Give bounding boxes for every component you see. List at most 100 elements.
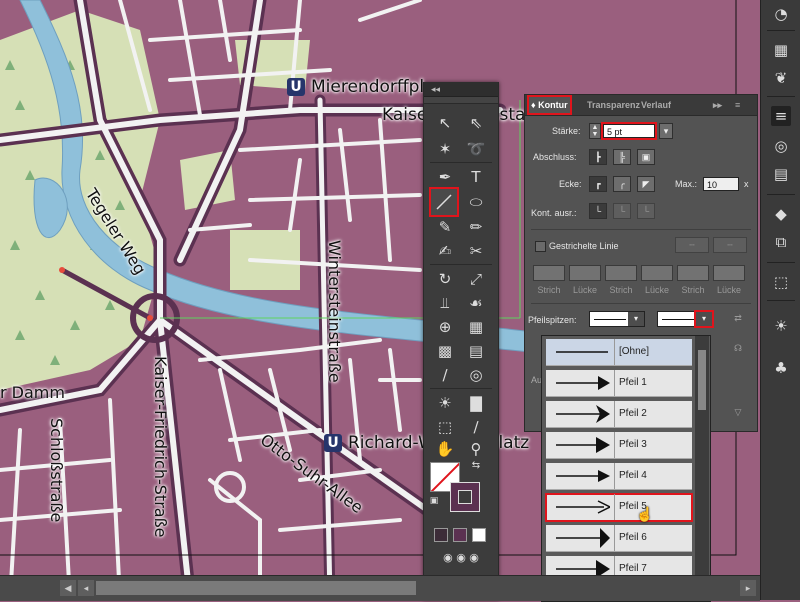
tools-collapse-button[interactable]: ◂◂ (424, 82, 498, 97)
scroll-thumb[interactable] (96, 581, 416, 595)
ellipse-icon[interactable]: ⬭ (464, 191, 488, 213)
horizontal-scrollbar[interactable]: ◀ ◂ ▸ (0, 575, 760, 601)
arrowhead-start-select[interactable]: ▾ (589, 311, 645, 327)
artboard-icon[interactable]: ⬚ (433, 416, 457, 438)
arrowhead-option-pfeil-2[interactable]: Pfeil 2 (546, 401, 692, 428)
appearance-sun-icon[interactable]: ☀ (771, 316, 791, 336)
map-label-mierendorff: U Mierendorffpl (287, 77, 424, 97)
tools-grip[interactable] (424, 97, 498, 104)
stroke-swatch[interactable] (450, 482, 480, 512)
eyedropper-icon[interactable]: ∕ (433, 364, 457, 386)
tab-transparenz[interactable]: Transparenz (583, 95, 641, 115)
dash-align-ends-button[interactable]: ┄ (713, 237, 747, 253)
scroll-left-end-icon[interactable]: ◀ (60, 580, 76, 596)
arrowhead-option-pfeil-3[interactable]: Pfeil 3 (546, 432, 692, 459)
blend-icon[interactable]: ◎ (464, 364, 488, 386)
symbol-sprayer-icon[interactable]: ☀ (433, 392, 457, 414)
dash-1-input[interactable] (533, 265, 565, 281)
none-mode-swatch[interactable] (472, 528, 486, 542)
corner-round-button[interactable]: ╭ (613, 176, 631, 192)
cap-round-button[interactable]: ╠ (613, 149, 631, 165)
dash-align-corners-button[interactable]: ┄ (675, 237, 709, 253)
scroll-right-icon[interactable]: ▸ (740, 580, 756, 596)
graph-icon[interactable]: ▇ (464, 392, 488, 414)
rotate-icon[interactable]: ↻ (433, 268, 457, 290)
line-segment-icon[interactable] (429, 187, 459, 217)
tools-panel: ◂◂ ↖ ⇖ ✶ ➰ ✒ T ⬭ ✎ ✏ ✍ ✂ ↻ ⤢ ⫫ ☙ ⊕ ▦ ▩ ▤… (423, 82, 499, 600)
swatches-grid-icon[interactable]: ▦ (771, 40, 791, 60)
corner-miter-button[interactable]: ┏ (589, 176, 607, 192)
default-colors-icon[interactable]: ▣ (426, 494, 442, 508)
arrowhead-option-pfeil-6[interactable]: Pfeil 6 (546, 525, 692, 552)
gap-1-input[interactable] (569, 265, 601, 281)
arrowhead-option-pfeil-1[interactable]: Pfeil 1 (546, 370, 692, 397)
cap-square-button[interactable]: ▣ (637, 149, 655, 165)
gap-3-input[interactable] (713, 265, 745, 281)
scissors-icon[interactable]: ✂ (464, 240, 488, 262)
pathfinder-icon[interactable]: ◎ (771, 136, 791, 156)
panel-collapse-icon[interactable]: ▸▸ (709, 95, 726, 115)
scale-icon[interactable]: ⤢ (464, 268, 488, 290)
lasso-icon[interactable]: ➰ (464, 138, 488, 160)
arrowhead-end-select[interactable]: ▾ (657, 310, 714, 328)
slice-icon[interactable]: ∕ (464, 416, 488, 438)
selection-icon[interactable]: ↖ (433, 112, 457, 134)
align-center-button[interactable]: └ (589, 203, 607, 219)
pfeilspitzen-label: Pfeilspitzen: (528, 315, 577, 325)
width-icon[interactable]: ⫫ (433, 292, 457, 314)
symbols-club-icon[interactable]: ♣ (771, 358, 791, 378)
arrowhead-option-none[interactable]: [Ohne] (546, 339, 692, 366)
draw-mode-icon[interactable]: ◉ ◉ ◉ (430, 548, 492, 568)
swap-arrowheads-icon[interactable]: ⇄ (729, 311, 747, 327)
tab-kontur[interactable]: ♦ Kontur (527, 95, 572, 115)
staerke-input[interactable]: 5 pt (601, 122, 657, 140)
dashed-line-checkbox[interactable] (535, 241, 546, 252)
shape-builder-icon[interactable]: ⊕ (433, 316, 457, 338)
link-scale-icon[interactable]: ☊ (729, 341, 747, 357)
tab-verlauf[interactable]: Verlauf (637, 95, 675, 115)
stroke-lines-icon[interactable]: ≡ (771, 106, 791, 126)
gradient-icon[interactable]: ▤ (464, 340, 488, 362)
staerke-stepper[interactable]: ▲ ▼ (589, 123, 601, 139)
magic-wand-icon[interactable]: ✶ (433, 138, 457, 160)
gradient-swatch-icon[interactable]: ▤ (771, 164, 791, 184)
staerke-dropdown-icon[interactable]: ▾ (659, 123, 673, 139)
arrowhead-option-pfeil-5[interactable]: Pfeil 5 (545, 493, 693, 522)
dash-2-input[interactable] (605, 265, 637, 281)
arrowhead-option-pfeil-4[interactable]: Pfeil 4 (546, 463, 692, 490)
align-outside-button[interactable]: └ (637, 203, 655, 219)
map-label-tegeler-damm: r Damm (0, 383, 65, 402)
gradient-mode-swatch[interactable] (453, 528, 467, 542)
panel-menu-icon[interactable]: ≡ (731, 95, 744, 115)
mouse-cursor-icon: ☝ (636, 506, 654, 522)
mesh-icon[interactable]: ▩ (433, 340, 457, 362)
map-label-wintersteinstrasse: Wintersteinstraße (325, 240, 344, 383)
hand-icon[interactable]: ✋ (433, 438, 457, 460)
dropdown-scroll-thumb[interactable] (698, 350, 706, 410)
zoom-icon[interactable]: ⚲ (464, 438, 488, 460)
type-icon[interactable]: T (464, 166, 488, 188)
arrow-align-icon[interactable]: ▽ (729, 405, 747, 421)
dash-3-input[interactable] (677, 265, 709, 281)
miter-limit-input[interactable]: 10 (703, 177, 739, 191)
color-mode-swatch[interactable] (434, 528, 448, 542)
swap-colors-icon[interactable]: ⇆ (466, 458, 486, 474)
direct-selection-icon[interactable]: ⇖ (464, 112, 488, 134)
export-icon[interactable]: ⬚ (771, 272, 791, 292)
pen-icon[interactable]: ✒ (433, 166, 457, 188)
shaper-icon[interactable]: ✍ (433, 240, 457, 262)
brushes-icon[interactable]: ❦ (771, 68, 791, 88)
color-guide-icon[interactable]: ◔ (771, 4, 791, 24)
corner-bevel-button[interactable]: ◤ (637, 176, 655, 192)
perspective-icon[interactable]: ▦ (464, 316, 488, 338)
warp-icon[interactable]: ☙ (464, 292, 488, 314)
paintbrush-icon[interactable]: ✎ (433, 216, 457, 238)
pencil-icon[interactable]: ✏ (464, 216, 488, 238)
layers-icon[interactable]: ◆ (771, 204, 791, 224)
cap-butt-button[interactable]: ┣ (589, 149, 607, 165)
gap-2-input[interactable] (641, 265, 673, 281)
scroll-left-icon[interactable]: ◂ (78, 580, 94, 596)
chevron-down-icon[interactable]: ▾ (694, 310, 714, 328)
artboards-icon[interactable]: ⧉ (771, 232, 791, 252)
align-inside-button[interactable]: └ (613, 203, 631, 219)
